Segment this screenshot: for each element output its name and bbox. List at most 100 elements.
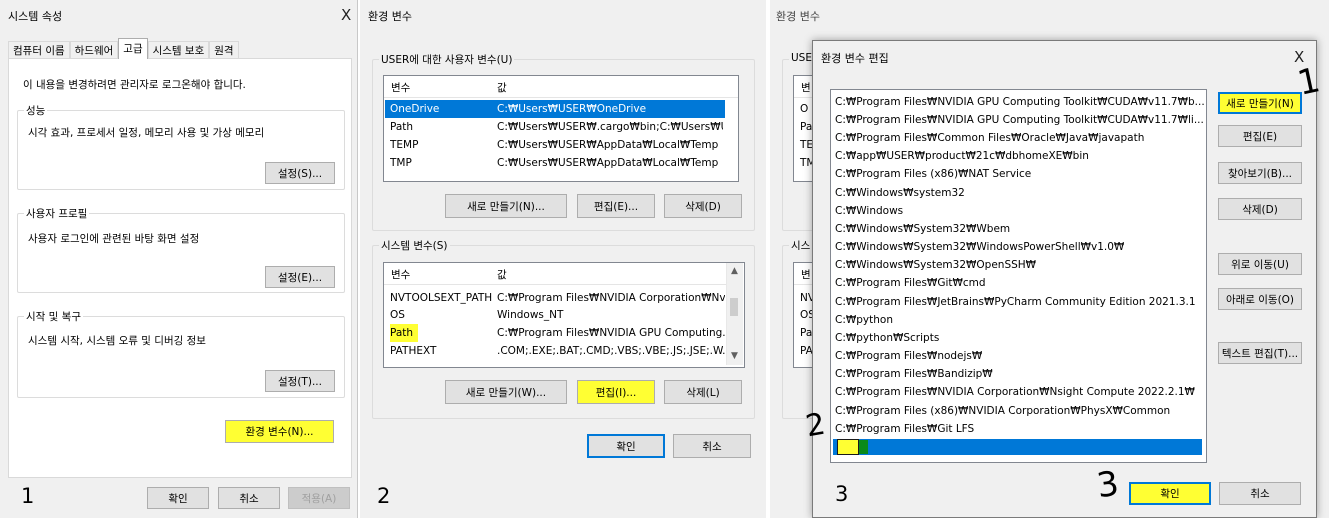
column-value[interactable]: 값 <box>497 267 507 282</box>
list-item[interactable]: C:₩Program Files₩nodejs₩ <box>835 347 982 365</box>
system-edit-button[interactable]: 편집(I)... <box>577 380 655 404</box>
edit-button[interactable]: 편집(E) <box>1218 125 1302 147</box>
list-item[interactable]: C:₩Windows₩system32 <box>835 184 965 202</box>
cancel-button[interactable]: 취소 <box>673 434 751 458</box>
window-title: 환경 변수 <box>368 10 412 23</box>
system-variables-list[interactable]: 변수 값 NVTOOLSEXT_PATH C:₩Program Files₩NV… <box>383 262 745 368</box>
user-new-button[interactable]: 새로 만들기(N)... <box>445 194 567 218</box>
list-item[interactable]: C:₩Program Files₩NVIDIA GPU Computing To… <box>835 93 1205 111</box>
move-down-button[interactable]: 아래로 이동(O) <box>1218 288 1302 310</box>
list-item[interactable]: C:₩Program Files₩Common Files₩Oracle₩Jav… <box>835 129 1144 147</box>
variable-value: C:₩Users₩USER₩.cargo₩bin;C:₩Users₩USE... <box>497 121 723 133</box>
panel-number: 3 <box>835 482 849 506</box>
move-up-button[interactable]: 위로 이동(U) <box>1218 253 1302 275</box>
variable-name: OS <box>390 309 405 321</box>
tab-computer-name[interactable]: 컴퓨터 이름 <box>8 41 70 59</box>
column-variable[interactable]: 변수 <box>391 80 410 95</box>
list-item[interactable]: C:₩Program Files₩NVIDIA Corporation₩Nsig… <box>835 383 1195 401</box>
list-item[interactable]: C:₩Program Files₩Bandizip₩ <box>835 365 993 383</box>
list-item[interactable]: C:₩Program Files₩NVIDIA GPU Computing To… <box>835 111 1204 129</box>
list-item[interactable]: C:₩Windows₩System32₩WindowsPowerShell₩v1… <box>835 238 1124 256</box>
user-profile-label: 사용자 프로필 <box>24 206 90 221</box>
tab-strip: 컴퓨터 이름 하드웨어 고급 시스템 보호 원격 <box>8 38 239 59</box>
variable-name: Path <box>390 121 414 133</box>
table-row[interactable]: OneDrive C:₩Users₩USER₩OneDrive <box>385 100 725 118</box>
user-edit-button[interactable]: 편집(E)... <box>577 194 655 218</box>
list-item[interactable]: C:₩Program Files₩Git₩cmd <box>835 274 986 292</box>
system-variables-label: 시스 <box>789 238 813 253</box>
variable-value: Windows_NT <box>497 309 564 321</box>
list-item[interactable]: C:₩Program Files₩JetBrains₩PyCharm Commu… <box>835 293 1196 311</box>
list-item[interactable]: C:₩Program Files (x86)₩NVIDIA Corporatio… <box>835 402 1170 420</box>
advanced-tab-page: 이 내용을 변경하려면 관리자로 로그온해야 합니다. 성능 시각 효과, 프로… <box>8 58 352 478</box>
startup-recovery-desc: 시스템 시작, 시스템 오류 및 디버깅 정보 <box>28 335 206 347</box>
performance-group: 성능 시각 효과, 프로세서 일정, 메모리 사용 및 가상 메모리 설정(S)… <box>17 103 345 190</box>
table-row: Pa <box>800 327 813 339</box>
delete-button[interactable]: 삭제(D) <box>1218 198 1302 220</box>
environment-variables-button[interactable]: 환경 변수(N)... <box>225 420 334 443</box>
list-item[interactable]: C:₩Program Files (x86)₩NAT Service <box>835 165 1031 183</box>
table-row[interactable]: TMP C:₩Users₩USER₩AppData₩Local₩Temp <box>385 154 725 172</box>
vertical-scrollbar[interactable]: ▲ ▼ <box>726 263 743 365</box>
apply-button[interactable]: 적용(A) <box>288 487 350 509</box>
list-item[interactable]: C:₩Windows <box>835 202 903 220</box>
table-row[interactable]: TEMP C:₩Users₩USER₩AppData₩Local₩Temp <box>385 136 725 154</box>
table-row[interactable]: PATHEXT .COM;.EXE;.BAT;.CMD;.VBS;.VBE;.J… <box>385 342 727 360</box>
variable-name: Path <box>390 324 418 342</box>
scroll-thumb[interactable] <box>730 298 738 316</box>
user-delete-button[interactable]: 삭제(D) <box>664 194 742 218</box>
table-row: Pa <box>800 121 813 133</box>
table-row[interactable]: Path C:₩Program Files₩NVIDIA GPU Computi… <box>385 324 727 342</box>
window-title: 환경 변수 편집 <box>821 52 889 65</box>
list-item[interactable]: C:₩Windows₩System32₩OpenSSH₩ <box>835 256 1036 274</box>
tab-remote[interactable]: 원격 <box>209 41 239 59</box>
user-variables-list[interactable]: 변수 값 OneDrive C:₩Users₩USER₩OneDrive Pat… <box>383 75 739 182</box>
ok-button[interactable]: 확인 <box>587 434 665 458</box>
performance-desc: 시각 효과, 프로세서 일정, 메모리 사용 및 가상 메모리 <box>28 127 265 139</box>
variable-name: TEMP <box>390 139 419 151</box>
user-variables-group: USER에 대한 사용자 변수(U) 변수 값 OneDrive C:₩User… <box>372 52 755 231</box>
close-icon[interactable]: X <box>341 8 351 23</box>
cancel-button[interactable]: 취소 <box>218 487 280 509</box>
column-value[interactable]: 값 <box>497 80 507 95</box>
cancel-button[interactable]: 취소 <box>1219 482 1301 505</box>
user-profile-settings-button[interactable]: 설정(E)... <box>265 266 335 288</box>
table-row[interactable]: NVTOOLSEXT_PATH C:₩Program Files₩NVIDIA … <box>385 289 727 307</box>
list-item[interactable]: C:₩app₩USER₩product₩21c₩dbhomeXE₩bin <box>835 147 1089 165</box>
tab-hardware[interactable]: 하드웨어 <box>69 41 119 59</box>
new-entry-row[interactable] <box>833 439 1202 455</box>
table-row[interactable]: Path C:₩Users₩USER₩.cargo₩bin;C:₩Users₩U… <box>385 118 725 136</box>
list-item[interactable]: C:₩python₩Scripts <box>835 329 939 347</box>
tab-advanced[interactable]: 고급 <box>118 38 148 59</box>
path-entries-list[interactable]: C:₩Program Files₩NVIDIA GPU Computing To… <box>830 89 1207 463</box>
column-variable[interactable]: 변수 <box>391 267 410 282</box>
startup-recovery-settings-button[interactable]: 설정(T)... <box>265 370 335 392</box>
system-new-button[interactable]: 새로 만들기(W)... <box>445 380 567 404</box>
variable-name: TMP <box>390 157 412 169</box>
system-delete-button[interactable]: 삭제(L) <box>664 380 742 404</box>
user-profile-desc: 사용자 로그인에 관련된 바탕 화면 설정 <box>28 233 200 245</box>
list-item[interactable]: C:₩Windows₩System32₩Wbem <box>835 220 1010 238</box>
scroll-up-icon[interactable]: ▲ <box>727 264 742 279</box>
performance-label: 성능 <box>24 103 48 118</box>
window-title: 시스템 속성 <box>8 10 63 23</box>
tab-system-protection[interactable]: 시스템 보호 <box>147 41 210 59</box>
variable-name: PATHEXT <box>390 345 437 357</box>
ok-button[interactable]: 확인 <box>147 487 209 509</box>
table-row[interactable]: OS Windows_NT <box>385 306 727 324</box>
system-variables-label: 시스템 변수(S) <box>379 238 450 253</box>
admin-note: 이 내용을 변경하려면 관리자로 로그온해야 합니다. <box>23 79 246 91</box>
new-button[interactable]: 새로 만들기(N) <box>1218 92 1302 114</box>
performance-settings-button[interactable]: 설정(S)... <box>265 162 335 184</box>
new-entry-input[interactable] <box>837 439 859 455</box>
ok-button[interactable]: 확인 <box>1129 482 1211 505</box>
table-row: O <box>800 103 809 115</box>
browse-button[interactable]: 찾아보기(B)... <box>1218 162 1302 184</box>
scroll-down-icon[interactable]: ▼ <box>727 349 742 364</box>
variable-value: C:₩Users₩USER₩OneDrive <box>497 103 647 115</box>
list-item[interactable]: C:₩python <box>835 311 893 329</box>
list-item[interactable]: C:₩Program Files₩Git LFS <box>835 420 974 438</box>
edit-text-button[interactable]: 텍스트 편집(T)... <box>1218 342 1302 364</box>
startup-recovery-label: 시작 및 복구 <box>24 309 83 324</box>
variable-value: C:₩Users₩USER₩AppData₩Local₩Temp <box>497 157 719 169</box>
